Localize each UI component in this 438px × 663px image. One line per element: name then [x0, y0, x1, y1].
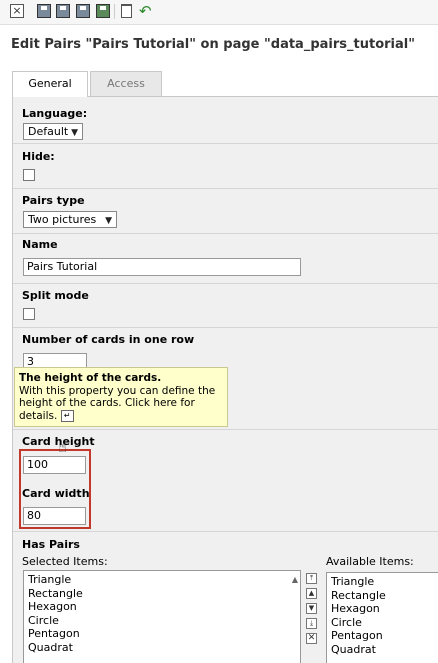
undo-icon[interactable]: ↶: [139, 3, 155, 19]
language-label: Language:: [22, 107, 88, 120]
pairs-type-select[interactable]: Two pictures ▼: [23, 211, 117, 228]
list-item[interactable]: Hexagon: [331, 602, 434, 616]
toolbar: × ↶: [0, 0, 438, 25]
trash-icon[interactable]: [121, 4, 132, 18]
tooltip-title: The height of the cards.: [19, 372, 162, 384]
chevron-down-icon: ▼: [105, 216, 112, 226]
list-item[interactable]: Triangle: [331, 575, 434, 589]
tooltip-text-line: details.: [19, 409, 58, 422]
page-title: Edit Pairs "Pairs Tutorial" on page "dat…: [11, 37, 415, 52]
split-mode-checkbox[interactable]: [23, 308, 35, 320]
hand-cursor-icon: ☝: [58, 438, 68, 456]
move-to-top-icon[interactable]: ⤒: [306, 573, 317, 584]
move-to-bottom-icon[interactable]: ⤓: [306, 618, 317, 629]
save-and-view-icon[interactable]: [56, 4, 70, 18]
available-items-label: Available Items:: [326, 555, 414, 568]
save-and-close-icon[interactable]: [76, 4, 90, 18]
highlight-box: [19, 449, 91, 529]
list-item[interactable]: Quadrat: [331, 643, 434, 657]
hide-label: Hide:: [22, 150, 55, 163]
list-item[interactable]: Triangle: [28, 573, 296, 587]
tab-general[interactable]: General: [12, 71, 88, 97]
selected-items-label: Selected Items:: [22, 555, 108, 568]
language-select-value: Default: [28, 125, 69, 138]
move-down-icon[interactable]: ▼: [306, 603, 317, 614]
list-item[interactable]: Circle: [331, 616, 434, 630]
has-pairs-label: Has Pairs: [22, 538, 80, 551]
section-divider: [13, 327, 438, 328]
save-icon[interactable]: [37, 4, 51, 18]
list-item[interactable]: Hexagon: [28, 600, 296, 614]
list-item[interactable]: Pentagon: [28, 627, 296, 641]
split-mode-label: Split mode: [22, 289, 89, 302]
list-item[interactable]: Rectangle: [331, 589, 434, 603]
available-items-list[interactable]: Triangle Rectangle Hexagon Circle Pentag…: [326, 572, 438, 663]
hide-checkbox[interactable]: [23, 169, 35, 181]
section-divider: [13, 143, 438, 144]
pairs-type-label: Pairs type: [22, 194, 85, 207]
help-tooltip[interactable]: The height of the cards. With this prope…: [14, 367, 228, 427]
cards-per-row-label: Number of cards in one row: [22, 333, 195, 346]
section-divider: [13, 233, 438, 234]
pairs-type-select-value: Two pictures: [28, 213, 97, 226]
toolbar-separator: [114, 4, 115, 19]
name-input[interactable]: Pairs Tutorial: [23, 258, 301, 276]
tab-access[interactable]: Access: [90, 71, 162, 96]
close-icon[interactable]: ×: [10, 4, 24, 18]
section-divider: [13, 531, 438, 532]
section-divider: [13, 283, 438, 284]
selected-items-list[interactable]: Triangle Rectangle Hexagon Circle Pentag…: [23, 570, 301, 663]
link-icon[interactable]: ↵: [60, 409, 74, 422]
scroll-up-icon[interactable]: ▲: [292, 573, 298, 587]
tooltip-text-line: height of the cards. Click here for: [19, 397, 195, 409]
list-item[interactable]: Circle: [28, 614, 296, 628]
list-item[interactable]: Pentagon: [331, 629, 434, 643]
move-up-icon[interactable]: ▲: [306, 588, 317, 599]
name-label: Name: [22, 238, 58, 251]
section-divider: [13, 429, 438, 430]
tooltip-text-line: With this property you can define the: [19, 384, 216, 397]
language-select[interactable]: Default ▼: [23, 123, 83, 140]
section-divider: [13, 188, 438, 189]
save-and-new-icon[interactable]: [96, 4, 110, 18]
chevron-down-icon: ▼: [71, 128, 78, 138]
list-item[interactable]: Quadrat: [28, 641, 296, 655]
remove-item-icon[interactable]: ✕: [306, 633, 317, 644]
list-item[interactable]: Rectangle: [28, 587, 296, 601]
